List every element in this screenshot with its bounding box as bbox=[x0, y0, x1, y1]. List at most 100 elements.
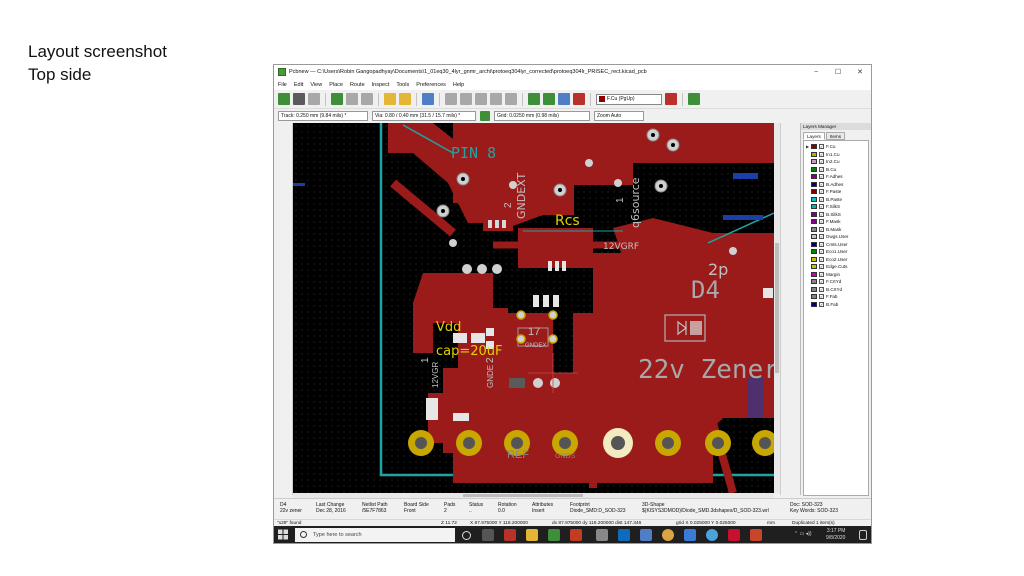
layer-color-swatch[interactable] bbox=[811, 226, 817, 232]
layer-visibility-checkbox[interactable]: ✓ bbox=[819, 204, 824, 210]
menu-help[interactable]: Help bbox=[453, 82, 464, 88]
layer-row[interactable]: ✓ B.Fab bbox=[804, 301, 868, 309]
menu-view[interactable]: View bbox=[310, 82, 322, 88]
close-button[interactable]: ✕ bbox=[849, 68, 871, 76]
layer-visibility-checkbox[interactable]: ✓ bbox=[819, 174, 824, 180]
add-dimension-icon[interactable] bbox=[785, 353, 797, 364]
add-polygon-icon[interactable] bbox=[785, 321, 797, 332]
menu-route[interactable]: Route bbox=[350, 82, 365, 88]
layer-row[interactable]: ✓ Margin bbox=[804, 271, 868, 279]
layer-row[interactable]: ✓ Eco2.User bbox=[804, 256, 868, 264]
layer-color-swatch[interactable] bbox=[811, 241, 817, 247]
taskbar-app-icon-6[interactable] bbox=[706, 529, 718, 541]
zone-fill-icon[interactable] bbox=[277, 239, 289, 250]
outlook-icon[interactable] bbox=[618, 529, 630, 541]
taskbar-app-icon-1[interactable] bbox=[504, 529, 516, 541]
add-line-icon[interactable] bbox=[785, 273, 797, 284]
layer-visibility-checkbox[interactable]: ✓ bbox=[819, 256, 824, 262]
tray-icons[interactable]: ⌃ ▭ ◂)) bbox=[794, 531, 812, 538]
layer-visibility-checkbox[interactable]: ✓ bbox=[819, 226, 824, 232]
pcb-canvas[interactable]: PIN 8 GNDEXT 2 1 q6source Rcs 12VGRF 2p … bbox=[293, 123, 774, 493]
layer-visibility-checkbox[interactable]: ✓ bbox=[819, 181, 824, 187]
layer-visibility-checkbox[interactable]: ✓ bbox=[819, 286, 824, 292]
layer-row[interactable]: ✓ B.Mask bbox=[804, 226, 868, 234]
microwave-icon[interactable] bbox=[277, 334, 289, 345]
route-track-icon[interactable] bbox=[785, 191, 797, 202]
plot-icon[interactable] bbox=[361, 93, 373, 105]
add-via-icon[interactable] bbox=[785, 223, 797, 234]
add-target-icon[interactable] bbox=[785, 369, 797, 380]
layer-color-swatch[interactable] bbox=[811, 181, 817, 187]
add-zone-icon[interactable] bbox=[785, 239, 797, 250]
layer-row[interactable]: ✓ B.Cu bbox=[804, 166, 868, 174]
layer-row[interactable]: ✓ F.Paste bbox=[804, 188, 868, 196]
layer-visibility-checkbox[interactable]: ✓ bbox=[819, 241, 824, 247]
layer-color-swatch[interactable] bbox=[811, 301, 817, 307]
cortana-icon[interactable] bbox=[462, 531, 471, 540]
find-icon[interactable] bbox=[422, 93, 434, 105]
layer-visibility-checkbox[interactable]: ✓ bbox=[819, 301, 824, 307]
layer-visibility-checkbox[interactable]: ✓ bbox=[819, 271, 824, 277]
ratsnest-icon[interactable] bbox=[277, 219, 289, 230]
taskbar-app-icon-4[interactable] bbox=[640, 529, 652, 541]
drc-off-icon[interactable] bbox=[277, 129, 289, 140]
grid-origin-icon[interactable] bbox=[785, 421, 797, 432]
track-width-select[interactable]: Track: 0.250 mm (9.84 mils) * bbox=[278, 111, 368, 121]
board-setup-icon[interactable] bbox=[278, 93, 290, 105]
zone-outline-icon[interactable] bbox=[277, 254, 289, 265]
menu-file[interactable]: File bbox=[278, 82, 287, 88]
layer-color-swatch[interactable] bbox=[811, 144, 817, 150]
layer-color-swatch[interactable] bbox=[811, 271, 817, 277]
high-contrast-icon[interactable] bbox=[277, 319, 289, 330]
page-settings-icon[interactable] bbox=[331, 93, 343, 105]
save-icon[interactable] bbox=[308, 93, 320, 105]
layer-row[interactable]: ✓ F.SilkS bbox=[804, 203, 868, 211]
zoom-fit-icon[interactable] bbox=[490, 93, 502, 105]
layer-visibility-checkbox[interactable]: ✓ bbox=[819, 151, 824, 157]
inch-units-icon[interactable] bbox=[277, 174, 289, 185]
layer-visibility-checkbox[interactable]: ✓ bbox=[819, 219, 824, 225]
chrome-icon[interactable] bbox=[662, 529, 674, 541]
layer-color-swatch[interactable] bbox=[811, 151, 817, 157]
grid-toggle-icon[interactable] bbox=[277, 144, 289, 155]
footprint-viewer-icon[interactable] bbox=[543, 93, 555, 105]
add-circle-icon[interactable] bbox=[785, 289, 797, 300]
layer-row[interactable]: ✓ In1.Cu bbox=[804, 151, 868, 159]
drill-origin-icon[interactable] bbox=[785, 405, 797, 416]
layer-visibility-checkbox[interactable]: ✓ bbox=[819, 189, 824, 195]
layer-color-swatch[interactable] bbox=[811, 166, 817, 172]
mm-units-icon[interactable] bbox=[277, 189, 289, 200]
taskbar-search-box[interactable]: Type here to search bbox=[295, 528, 455, 542]
layer-row[interactable]: ✓ B.Paste bbox=[804, 196, 868, 204]
layer-visibility-checkbox[interactable]: ✓ bbox=[819, 211, 824, 217]
layer-visibility-checkbox[interactable]: ✓ bbox=[819, 234, 824, 240]
redo-icon[interactable] bbox=[399, 93, 411, 105]
layer-row[interactable]: ✓ B.Adhes bbox=[804, 181, 868, 189]
drc-icon[interactable] bbox=[573, 93, 585, 105]
zoom-selection-icon[interactable] bbox=[505, 93, 517, 105]
keepout-icon[interactable] bbox=[785, 255, 797, 266]
layer-visibility-checkbox[interactable]: ✓ bbox=[819, 264, 824, 270]
menu-place[interactable]: Place bbox=[329, 82, 343, 88]
layer-row[interactable]: ✓ F.Mask bbox=[804, 218, 868, 226]
layer-select[interactable]: F.Cu (PgUp) bbox=[596, 93, 662, 105]
measure-icon[interactable] bbox=[785, 437, 797, 448]
layer-visibility-checkbox[interactable]: ✓ bbox=[819, 249, 824, 255]
layer-row[interactable]: ✓ In2.Cu bbox=[804, 158, 868, 166]
taskbar-app-icon-2[interactable] bbox=[570, 529, 582, 541]
layer-color-swatch[interactable] bbox=[811, 286, 817, 292]
layer-visibility-checkbox[interactable]: ✓ bbox=[819, 196, 824, 202]
add-text-icon[interactable] bbox=[785, 337, 797, 348]
layer-row[interactable]: ✓ F.Adhes bbox=[804, 173, 868, 181]
layer-row[interactable]: ✓ Cmts.User bbox=[804, 241, 868, 249]
notification-icon[interactable] bbox=[859, 530, 867, 540]
layer-pair-icon[interactable] bbox=[665, 93, 677, 105]
delete-icon[interactable] bbox=[785, 387, 797, 398]
layer-row[interactable]: ✓ Eco1.User bbox=[804, 248, 868, 256]
open-board-icon[interactable] bbox=[293, 93, 305, 105]
layer-visibility-checkbox[interactable]: ✓ bbox=[819, 166, 824, 172]
via-size-select[interactable]: Via: 0.80 / 0.40 mm (31.5 / 15.7 mils) * bbox=[372, 111, 476, 121]
zoom-out-icon[interactable] bbox=[475, 93, 487, 105]
track-sketch-icon[interactable] bbox=[277, 304, 289, 315]
pcbnew-taskbar-icon[interactable] bbox=[548, 529, 560, 541]
